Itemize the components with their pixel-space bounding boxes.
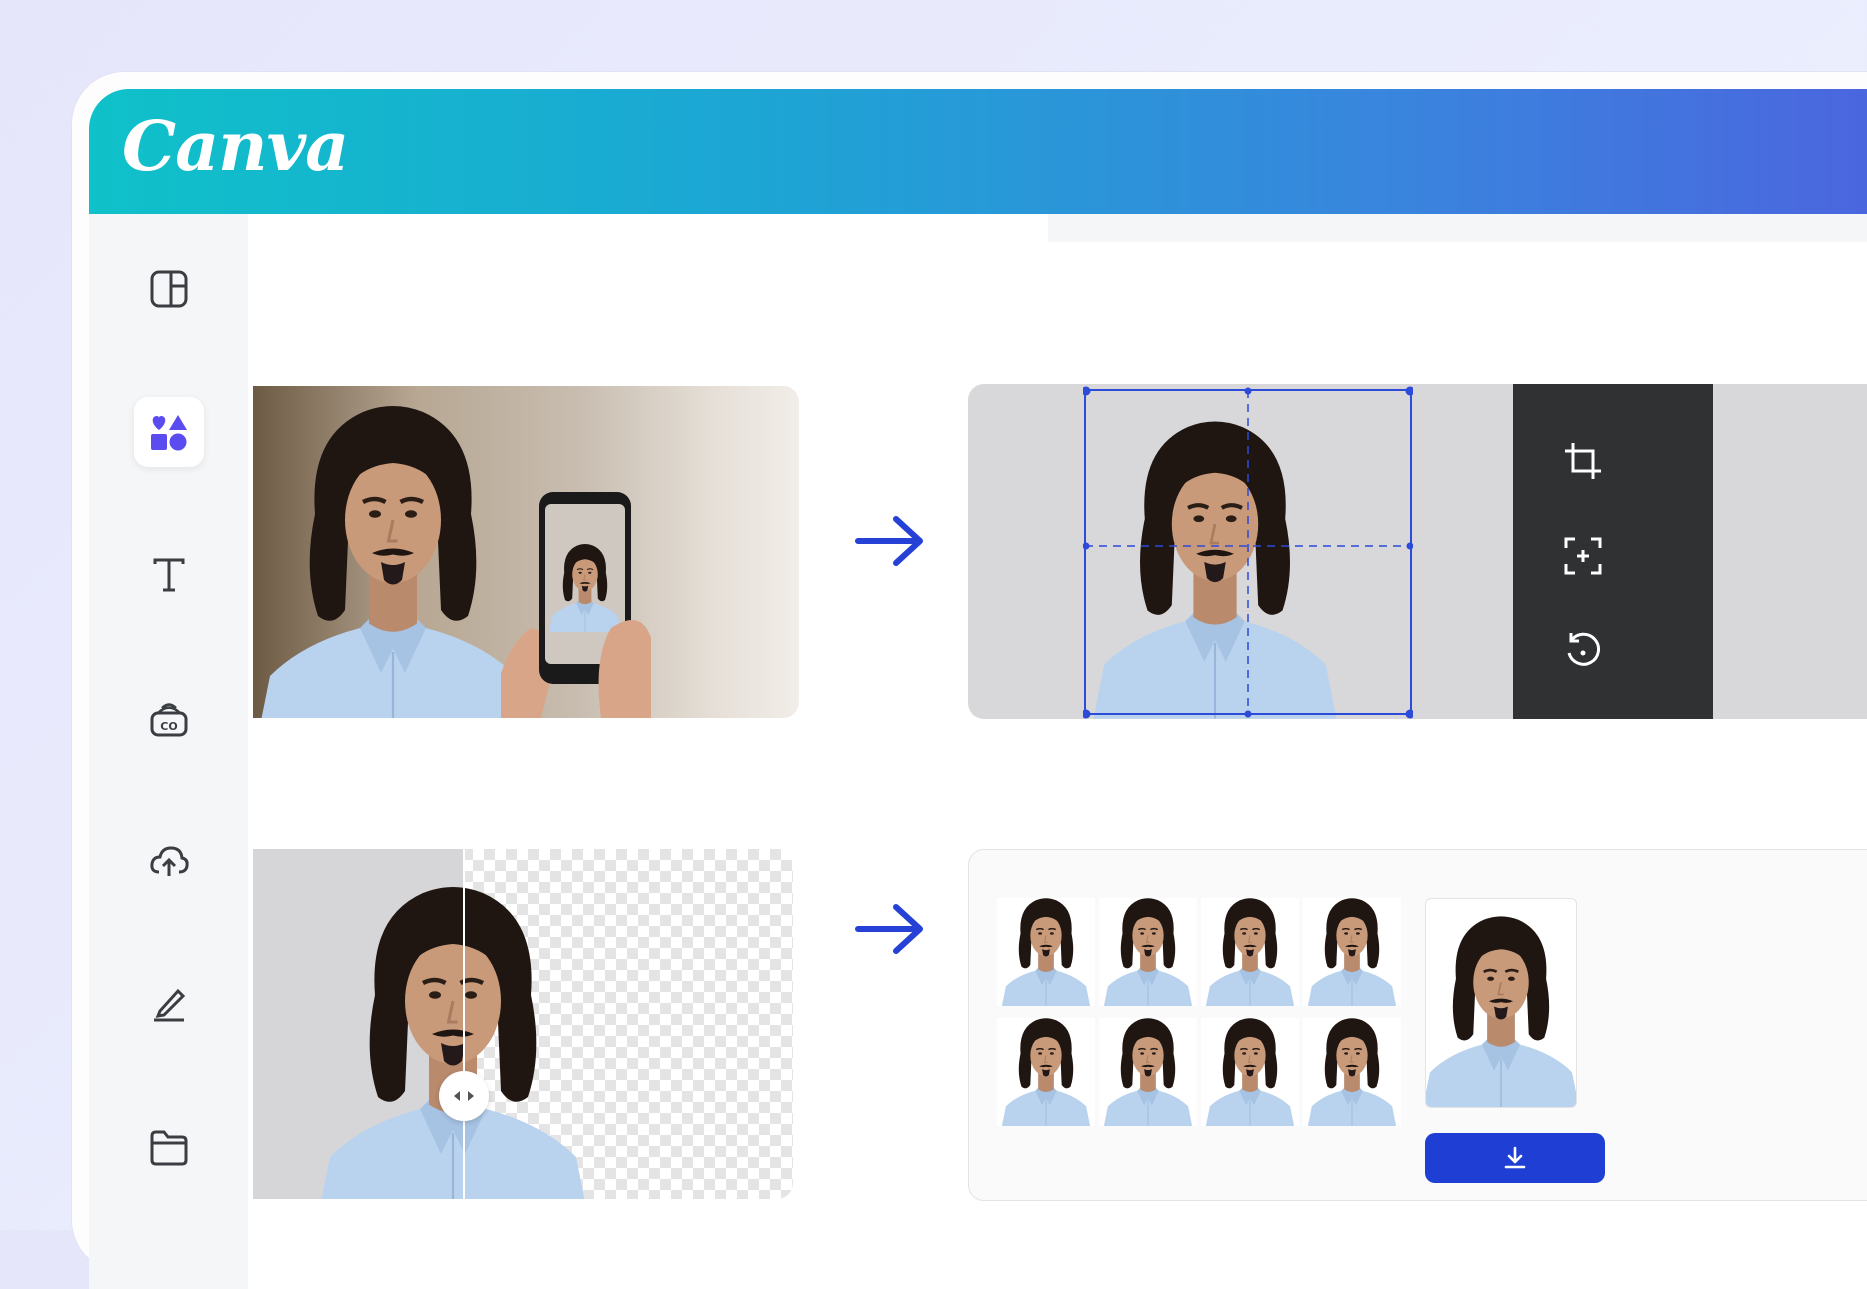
portrait-photo [253,386,543,718]
drag-arrows-icon [454,1091,474,1101]
sidebar-item-draw[interactable] [134,969,204,1039]
draw-icon [154,988,186,1022]
projects-icon [150,1130,188,1166]
step-take-photo [253,386,799,718]
compare-divider [463,849,465,1199]
top-bar: Canva [89,89,1867,214]
passport-thumb [1303,1018,1401,1126]
passport-preview [1425,898,1577,1108]
svg-text:CO: CO [160,720,177,733]
sidebar-item-uploads[interactable] [134,826,204,896]
crop-toolbar [1513,384,1713,719]
brand-icon: CO [150,703,188,737]
passport-thumb [1201,898,1299,1006]
editor-window: Canva CO [89,89,1867,1289]
arrow-right-icon [855,904,923,954]
sidebar-item-text[interactable] [134,540,204,610]
canvas-area [248,214,1867,1289]
crop-frame[interactable] [1083,384,1413,719]
crop-icon[interactable] [1561,439,1605,483]
sidebar-item-projects[interactable] [134,1112,204,1182]
passport-thumb [1201,1018,1299,1126]
focus-icon[interactable] [1561,534,1605,578]
content-header-strip [1048,214,1867,242]
arrow-right-icon [855,516,923,566]
phone-icon [501,492,651,718]
sidebar-item-brand[interactable]: CO [134,683,204,753]
rotate-icon[interactable] [1561,629,1605,673]
passport-thumb [1099,1018,1197,1126]
elements-icon [151,415,187,451]
download-button[interactable] [1425,1133,1605,1183]
sidebar: CO [89,214,248,1289]
download-icon [1504,1146,1526,1169]
passport-thumb [1303,898,1401,1006]
sidebar-item-elements[interactable] [134,397,204,467]
canva-logo: Canva [122,107,349,187]
passport-thumb [997,1018,1095,1126]
compare-slider-handle[interactable] [439,1071,489,1121]
passport-thumb [1099,898,1197,1006]
step-remove-background [253,849,793,1199]
layout-icon [150,270,188,308]
passport-thumb [997,898,1095,1006]
text-icon [153,558,185,592]
sidebar-item-layout[interactable] [134,254,204,324]
uploads-icon [150,846,189,876]
step-crop-photo [968,384,1867,719]
portrait-photo [303,857,603,1199]
step-print-sheet [968,849,1867,1201]
